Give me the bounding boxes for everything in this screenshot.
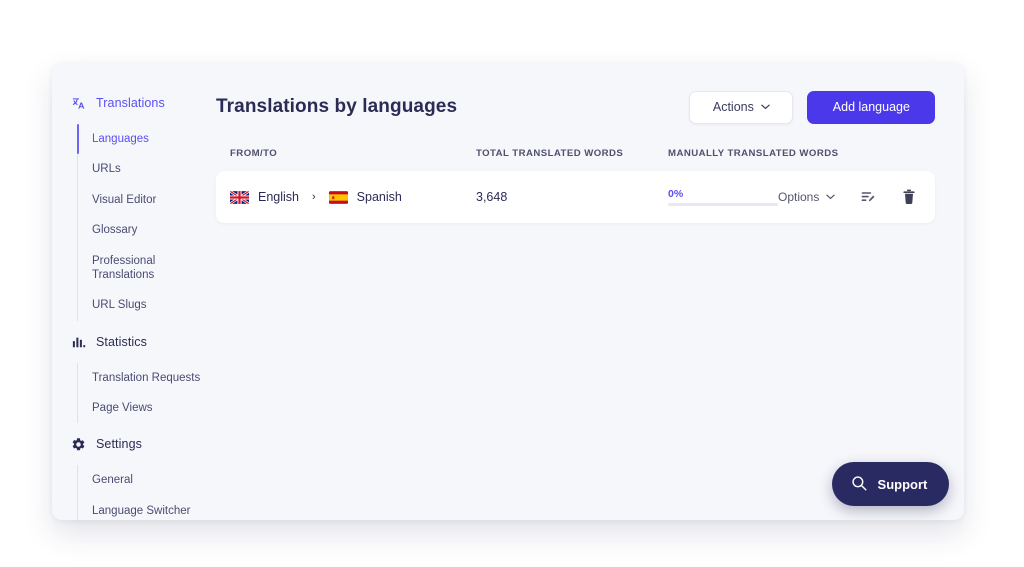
add-language-button[interactable]: Add language: [807, 90, 936, 124]
chevron-down-icon: [761, 104, 770, 110]
arrow-icon: ›: [312, 191, 316, 203]
sidebar-group-settings[interactable]: Settings: [52, 433, 204, 455]
manual-progress: 0%: [668, 188, 778, 206]
bar-chart-icon: [70, 333, 87, 350]
trash-icon[interactable]: [900, 189, 917, 206]
options-dropdown-label: Options: [778, 190, 820, 204]
actions-button[interactable]: Actions: [689, 90, 794, 124]
column-header-from-to: FROM/TO: [230, 148, 278, 159]
sidebar-item-label: Glossary: [92, 224, 138, 237]
add-language-label: Add language: [832, 100, 910, 114]
header-action-group: Actions Add language: [689, 90, 936, 124]
sidebar-item-label: Page Views: [92, 402, 153, 414]
sidebar-item-label: URL Slugs: [92, 299, 147, 312]
row-tools: Options: [778, 189, 921, 206]
sidebar-item-label: Professional Translations: [92, 254, 156, 281]
sidebar-item-page-views[interactable]: Page Views: [78, 393, 204, 423]
sidebar-item-visual-editor[interactable]: Visual Editor: [78, 185, 204, 215]
sidebar-group-translations[interactable]: Translations: [52, 92, 204, 114]
column-header-total-translated-words: TOTAL TRANSLATED WORDS: [476, 148, 624, 159]
table-body: English › Spanish 3,648 0% Options: [216, 171, 936, 223]
sidebar-sublist-translations: Languages URLs Visual Editor Glossary Pr…: [76, 124, 204, 321]
table-row[interactable]: English › Spanish 3,648 0% Options: [216, 171, 936, 223]
main-content: Translations by languages Actions Add la…: [204, 62, 964, 520]
app-window: Translations Languages URLs Visual Edito…: [52, 62, 964, 520]
sidebar-item-professional-translations[interactable]: Professional Translations: [78, 246, 204, 291]
sidebar-item-label: Language Switcher: [92, 504, 191, 517]
edit-lines-icon[interactable]: [859, 189, 876, 206]
target-language-label: Spanish: [356, 190, 402, 204]
column-header-manually-translated-words: MANUALLY TRANSLATED WORDS: [668, 148, 839, 159]
sidebar-item-label: Languages: [92, 133, 149, 145]
sidebar-group-label: Translations: [96, 96, 165, 110]
total-translated-words-value: 3,648: [476, 190, 508, 204]
sidebar-item-label: Visual Editor: [92, 193, 157, 206]
options-dropdown[interactable]: Options: [778, 190, 836, 204]
sidebar-sublist-statistics: Translation Requests Page Views: [77, 362, 204, 424]
chevron-down-icon: [826, 194, 836, 200]
flag-spain-icon: [328, 190, 348, 204]
sidebar-item-languages[interactable]: Languages: [76, 124, 204, 155]
sidebar-item-urls[interactable]: URLs: [78, 154, 204, 184]
search-icon: [850, 474, 868, 495]
actions-button-label: Actions: [712, 100, 754, 114]
manual-translation-cell: 0% Options: [668, 188, 921, 206]
sidebar-item-label: Translation Requests: [92, 371, 201, 384]
support-button[interactable]: Support: [831, 462, 950, 506]
gear-icon: [70, 436, 87, 453]
translate-icon: [70, 95, 87, 112]
sidebar-sublist-settings: General Language Switcher: [77, 465, 204, 520]
progress-track: [668, 203, 778, 206]
page-title: Translations by languages: [216, 96, 458, 117]
sidebar-item-url-slugs[interactable]: URL Slugs: [78, 290, 204, 320]
manual-progress-label: 0%: [668, 188, 684, 200]
support-button-label: Support: [877, 476, 928, 492]
sidebar-group-statistics[interactable]: Statistics: [52, 331, 204, 353]
content-header: Translations by languages Actions Add la…: [216, 88, 936, 126]
sidebar: Translations Languages URLs Visual Edito…: [52, 62, 204, 520]
sidebar-item-general[interactable]: General: [78, 465, 204, 495]
row-language-pair: English › Spanish: [230, 190, 476, 204]
table-header-row: FROM/TO TOTAL TRANSLATED WORDS MANUALLY …: [216, 148, 935, 159]
sidebar-group-label: Settings: [96, 437, 142, 452]
source-language-label: English: [258, 190, 299, 204]
flag-united-kingdom-icon: [230, 190, 249, 204]
sidebar-item-glossary[interactable]: Glossary: [78, 215, 204, 245]
sidebar-group-label: Statistics: [96, 334, 148, 349]
sidebar-item-label: URLs: [92, 163, 121, 176]
sidebar-item-translation-requests[interactable]: Translation Requests: [78, 363, 204, 393]
sidebar-item-language-switcher[interactable]: Language Switcher: [78, 496, 204, 520]
sidebar-item-label: General: [92, 474, 133, 487]
